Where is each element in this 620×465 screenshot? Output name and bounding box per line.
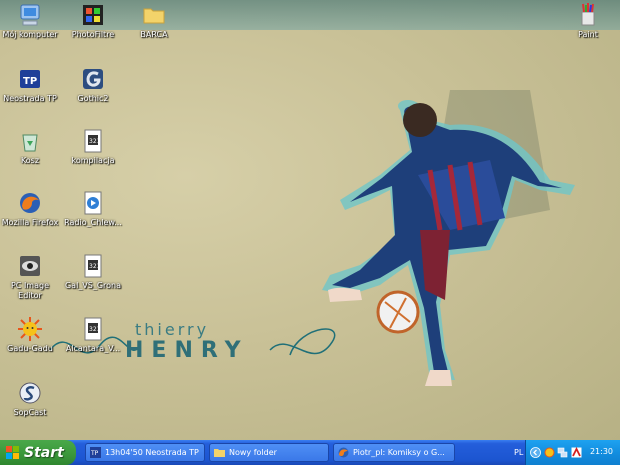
svg-text:321: 321 [89, 138, 101, 145]
desktop-icon-label: Gadu-Gadu [7, 344, 53, 353]
paint-icon [581, 3, 595, 26]
media-file-icon [84, 191, 102, 215]
desktop-icon-neostrada[interactable]: TP Neostrada TP [0, 66, 60, 104]
desktop-icon-paint[interactable]: Paint [558, 2, 618, 40]
desktop-icon-label: kompilacja [71, 156, 115, 165]
desktop-icon-firefox[interactable]: Mozilla Firefox [0, 190, 60, 228]
sun-icon [18, 317, 42, 341]
desktop-icon-gothic2[interactable]: Gothic2 [63, 66, 123, 104]
windows-logo-icon [6, 445, 19, 459]
desktop-icon-label: PhotoFiltre [71, 30, 115, 39]
language-indicator[interactable]: PL [514, 448, 523, 457]
taskbar-item-neostrada[interactable]: TP 13h04'50 Neostrada TP [85, 443, 205, 462]
desktop-icon-label: Neostrada TP [3, 94, 57, 103]
taskbar-item-label: Piotr_pl: Komiksy o G... [353, 448, 445, 457]
video-file-icon: 321 [84, 254, 102, 278]
desktop-icon-label: Radio_Chlew... [64, 218, 122, 227]
svg-text:TP: TP [23, 76, 37, 87]
clock[interactable]: 21:30 [590, 447, 613, 456]
svg-text:TP: TP [90, 450, 99, 457]
gadu-gadu-tray-icon[interactable] [544, 447, 555, 458]
desktop-icon-label: Mozilla Firefox [1, 218, 59, 227]
desktop-icon-gal-vs-grona[interactable]: 321 Gal_VS_Grona [63, 253, 123, 291]
desktop-icon-label: BARCA [140, 30, 168, 39]
svg-text:321: 321 [89, 263, 101, 270]
taskbar-item-nowy-folder[interactable]: Nowy folder [209, 443, 329, 462]
computer-icon [20, 4, 40, 26]
network-icon[interactable] [557, 447, 568, 458]
desktop-icon-label: SopCast [13, 408, 47, 417]
folder-icon [143, 8, 165, 24]
desktop-icon-radio-chlew[interactable]: Radio_Chlew... [63, 190, 123, 228]
wallpaper-last-name: HENRY [125, 338, 249, 363]
desktop-icon-alcantara[interactable]: 321 Alcantara_V... [63, 316, 123, 354]
desktop-icon-recycle-bin[interactable]: Kosz [0, 128, 60, 166]
desktop-icon-kompilacja[interactable]: 321 kompilacja [63, 128, 123, 166]
wallpaper-first-name: thierry [135, 320, 209, 339]
folder-icon [214, 449, 225, 457]
desktop-icon-sopcast[interactable]: SopCast [0, 380, 60, 418]
neostrada-tp-icon: TP [20, 70, 40, 88]
desktop-icon-gadu-gadu[interactable]: Gadu-Gadu [0, 316, 60, 354]
taskbar-item-label: Nowy folder [229, 448, 277, 457]
desktop-icon-label: Kosz [20, 156, 40, 165]
desktop[interactable]: thierry HENRY Mój komputer PhotoFiltre B… [0, 0, 620, 440]
recycle-bin-icon [22, 134, 38, 152]
taskbar: Start TP 13h04'50 Neostrada TP Nowy fold… [0, 440, 620, 465]
sopcast-icon [19, 382, 41, 404]
wallpaper-player [322, 90, 575, 386]
gothic-icon [83, 69, 103, 89]
desktop-icon-label: PC Image Editor [10, 281, 49, 300]
taskbar-item-label: 13h04'50 Neostrada TP [105, 448, 199, 457]
taskbar-item-firefox[interactable]: Piotr_pl: Komiksy o G... [333, 443, 455, 462]
start-button[interactable]: Start [0, 440, 76, 465]
desktop-icon-my-computer[interactable]: Mój komputer [0, 2, 60, 40]
start-label: Start [24, 444, 64, 461]
firefox-icon [20, 193, 40, 213]
desktop-icon-label: Gal_VS_Grona [64, 281, 122, 290]
eye-icon [20, 256, 40, 276]
desktop-icon-pc-image-editor[interactable]: PC Image Editor [0, 253, 60, 301]
desktop-icon-label: Alcantara_V... [65, 344, 121, 353]
chevron-left-icon[interactable] [530, 447, 541, 458]
system-tray: 21:30 [525, 440, 620, 465]
desktop-icon-label: Gothic2 [77, 94, 109, 103]
desktop-icon-photofiltre[interactable]: PhotoFiltre [63, 2, 123, 40]
firefox-icon [338, 447, 349, 458]
video-file-icon: 321 [84, 129, 102, 153]
desktop-icon-label: Paint [578, 30, 598, 39]
svg-text:321: 321 [89, 326, 101, 333]
desktop-icon-barca[interactable]: BARCA [124, 2, 184, 40]
film-strip-icon [83, 5, 103, 25]
desktop-icon-label: Mój komputer [2, 30, 58, 39]
video-file-icon: 321 [84, 317, 102, 341]
antivirus-icon[interactable] [571, 447, 582, 458]
neostrada-tp-icon: TP [90, 447, 101, 458]
